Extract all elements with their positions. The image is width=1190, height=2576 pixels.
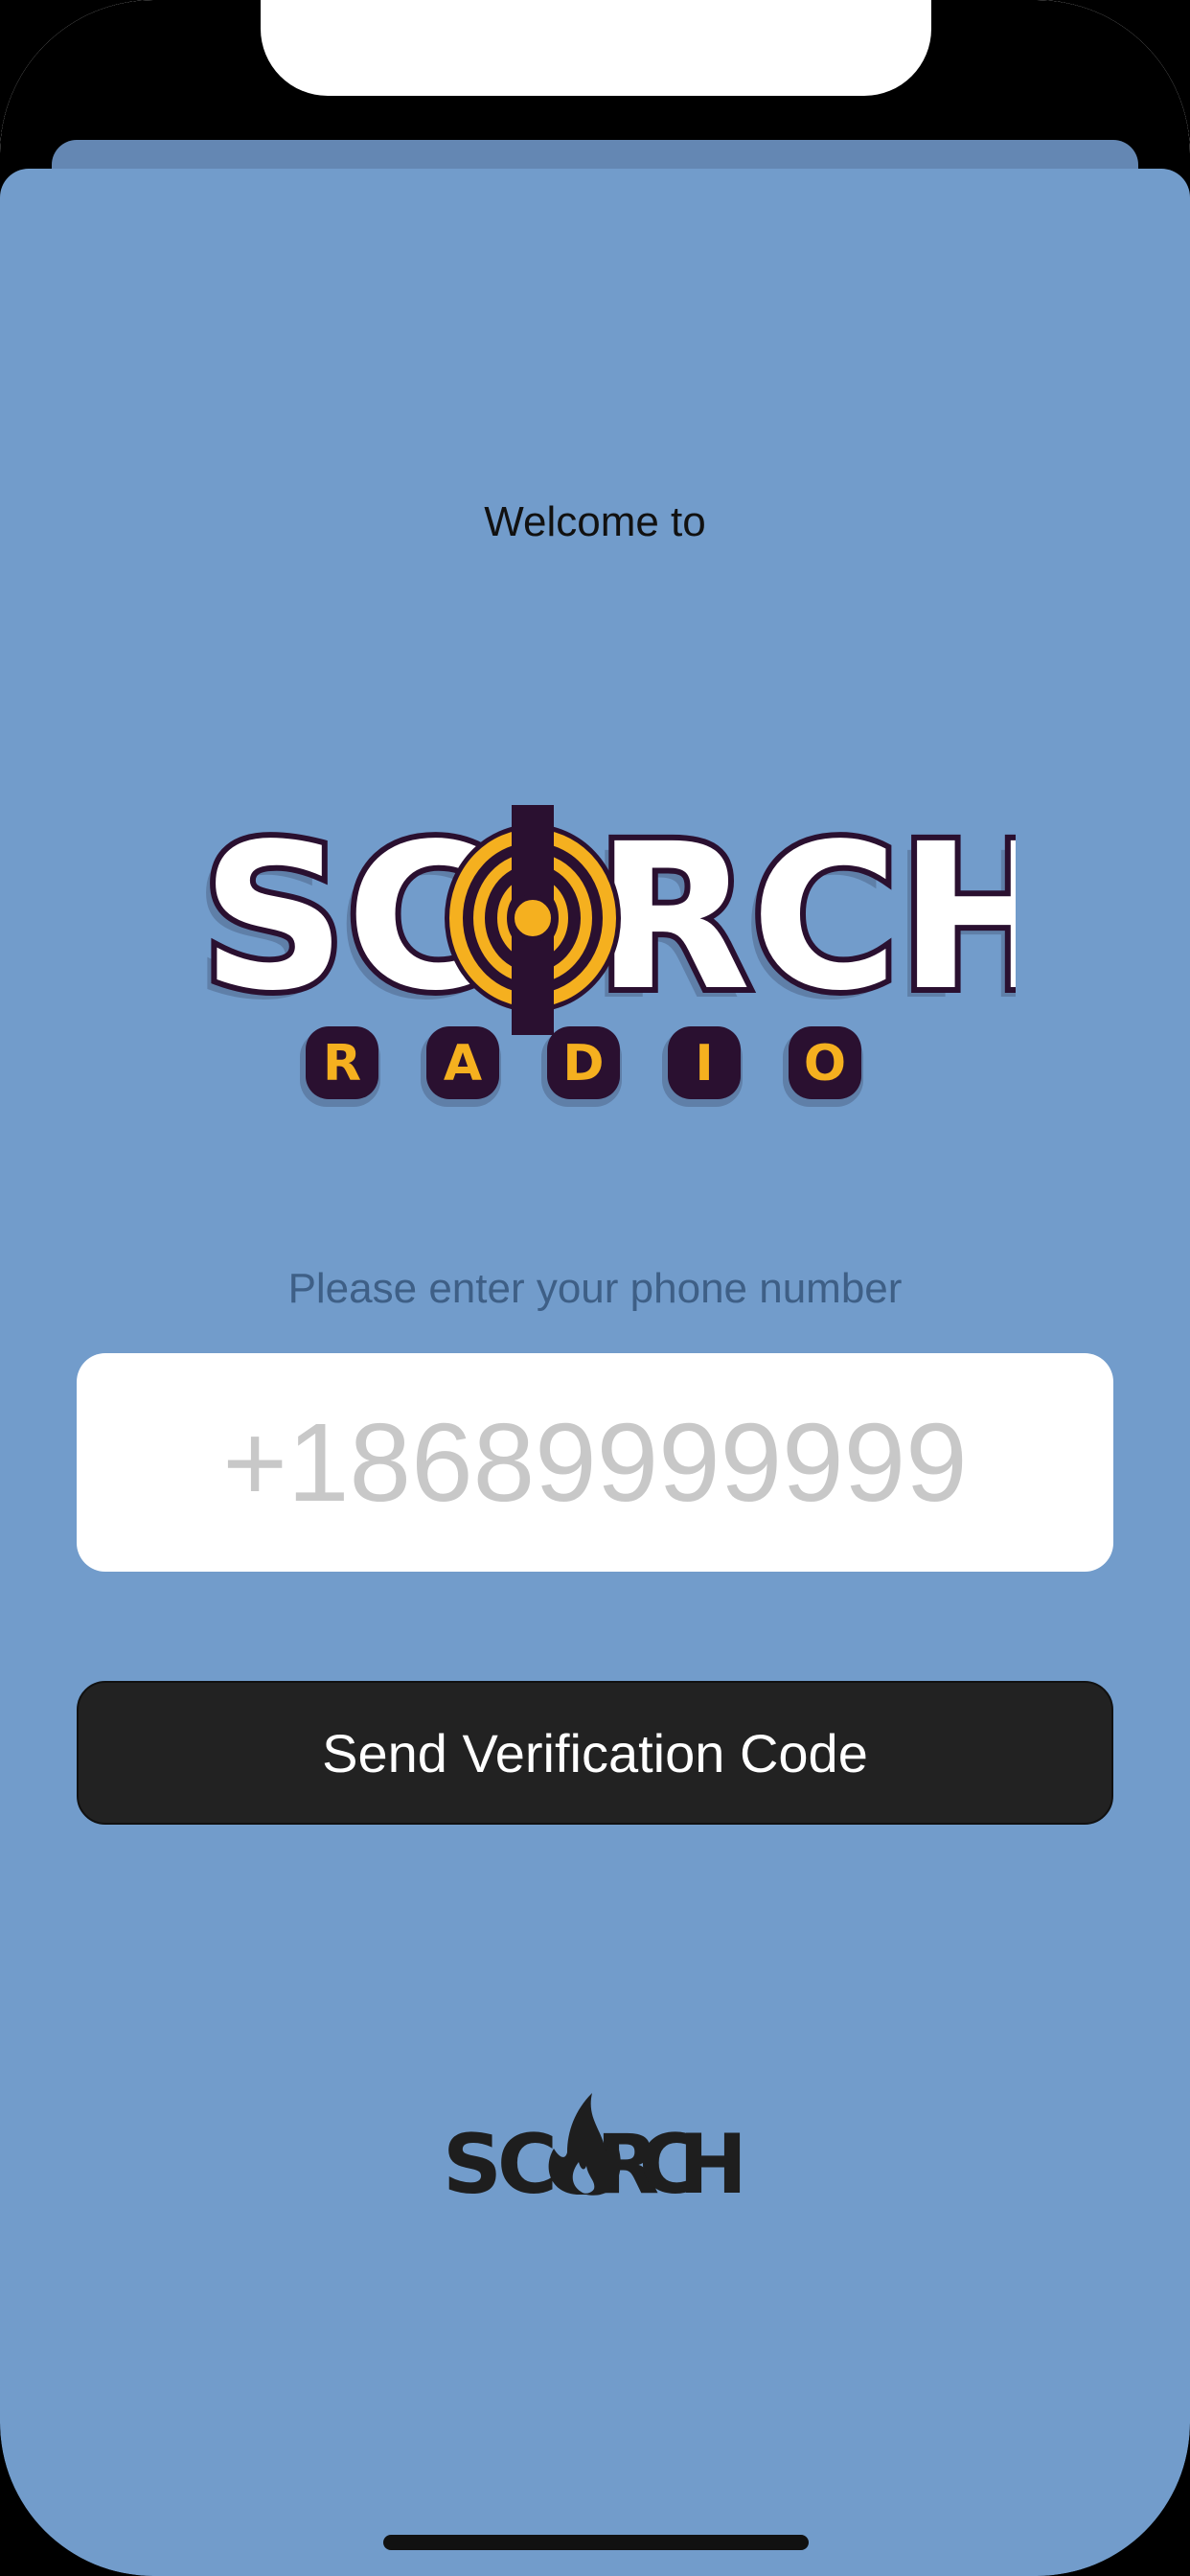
logo-radio-letter: A <box>421 1026 501 1107</box>
logo-letters-right: RCH <box>596 805 1016 1035</box>
welcome-text: Welcome to <box>484 498 706 545</box>
logo-radio-letter: D <box>541 1026 622 1107</box>
logo-radio-letter-text: I <box>695 1035 713 1092</box>
phone-prompt: Please enter your phone number <box>287 1265 903 1312</box>
scorch-footer-logo: SC RCH <box>443 2093 747 2204</box>
logo-radio-letter-text: A <box>444 1035 482 1092</box>
scorch-radio-logo: SC RCH SC RCH RADIO <box>192 805 1016 1107</box>
phone-number-input[interactable] <box>77 1353 1113 1572</box>
home-indicator <box>383 2535 809 2550</box>
logo-radio-letter: I <box>662 1026 743 1107</box>
logo-radio-letter-text: O <box>804 1035 846 1092</box>
logo-radio-letter-text: R <box>323 1035 361 1092</box>
footer-letters-left: SC <box>443 2117 558 2204</box>
logo-radio-letter-text: D <box>562 1035 604 1092</box>
send-verification-code-button[interactable]: Send Verification Code <box>77 1681 1113 1825</box>
logo-radio-letter: R <box>300 1026 380 1107</box>
device-frame: Welcome to SC RCH SC RCH R A D I O Please en… <box>0 0 1190 2576</box>
notch <box>261 0 931 96</box>
logo-radio-letter: O <box>783 1026 863 1107</box>
